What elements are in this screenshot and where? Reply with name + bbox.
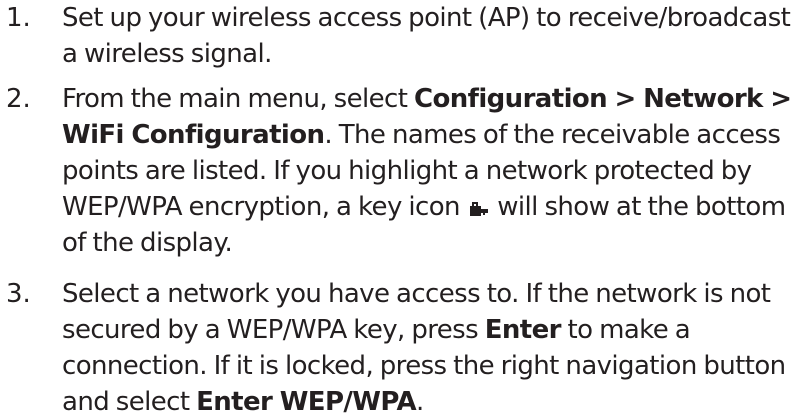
step-number: 1. (6, 3, 31, 33)
key-icon (469, 201, 489, 217)
step-3-end: . (415, 387, 424, 417)
step-2-intro: From the main menu, select (62, 84, 414, 114)
enter-key-label: Enter (484, 315, 562, 345)
step-number: 2. (6, 84, 31, 114)
step-text: Select a network you have access to. If … (62, 276, 794, 420)
enter-wep-label: Enter WEP/WPA (196, 387, 416, 417)
step-text: Set up your wireless access point (AP) t… (62, 0, 794, 72)
step-1-text: Set up your wireless access point (AP) t… (62, 3, 791, 69)
step-number: 3. (6, 279, 31, 309)
step-text: From the main menu, select Configuration… (62, 81, 794, 261)
